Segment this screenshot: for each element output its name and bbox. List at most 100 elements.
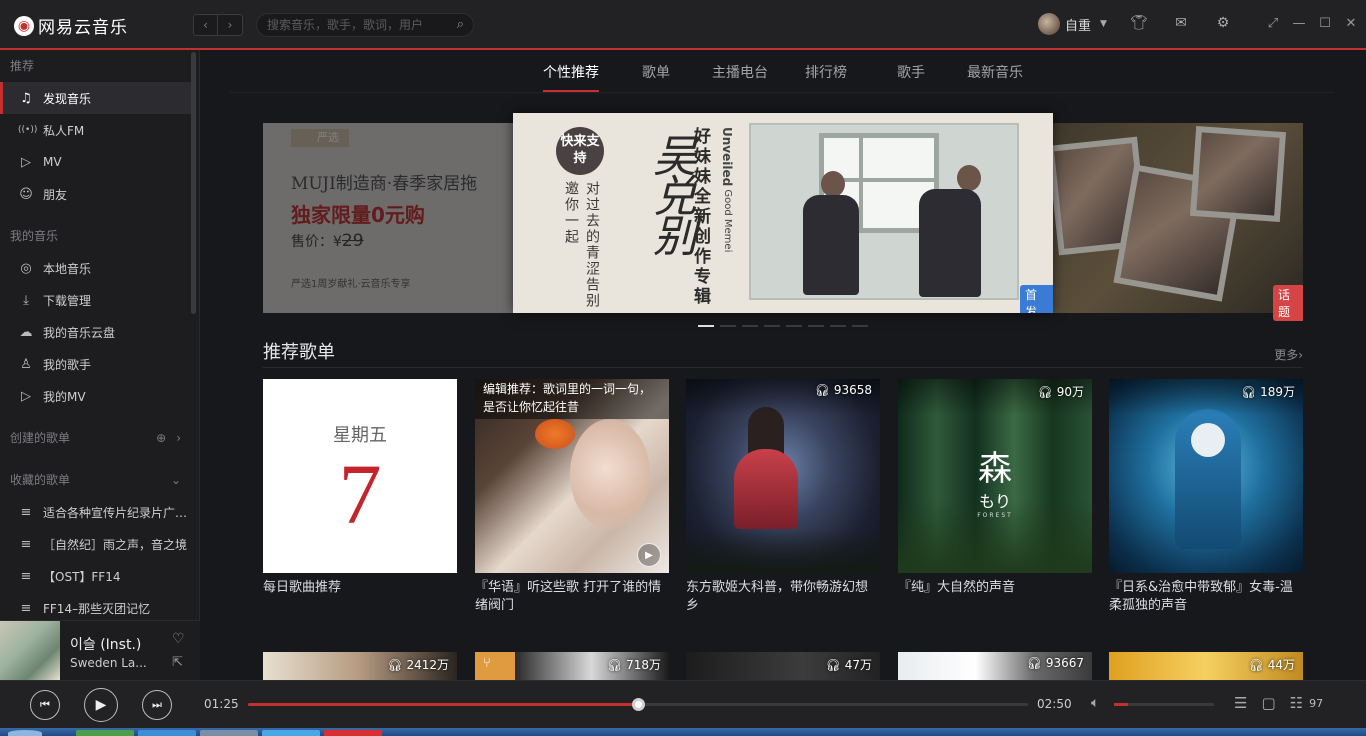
play-count: 🎧︎ 47万	[826, 656, 872, 673]
start-button[interactable]	[8, 730, 42, 736]
now-playing-title[interactable]: 이슬 (Inst.)	[70, 634, 141, 654]
taskbar-app[interactable]	[262, 730, 320, 736]
section-created[interactable]: 创建的歌单 ⊕ ›	[0, 422, 199, 454]
playlist-card[interactable]: 🎧︎ 93658 东方歌姬大科普，带你畅游幻想乡	[686, 379, 880, 615]
minimize-icon[interactable]: —	[1291, 14, 1307, 32]
playlist-item[interactable]: ≡ 适合各种宣传片纪录片广…	[0, 496, 191, 528]
tab-playlists[interactable]: 歌单	[642, 62, 670, 92]
skin-icon[interactable]: 👕︎	[1130, 14, 1148, 32]
play-icon[interactable]: ▶	[84, 688, 118, 722]
share-icon[interactable]: ⇱	[172, 655, 183, 670]
volume-slider[interactable]	[1114, 703, 1214, 706]
tab-radio[interactable]: 主播电台	[712, 62, 768, 92]
taskbar-app[interactable]	[76, 730, 134, 736]
caret-down-icon[interactable]: ▼	[1100, 19, 1107, 29]
playlist-card-row2[interactable]: 🎧︎ 44万	[1109, 652, 1303, 680]
more-link[interactable]: 更多›	[1274, 346, 1303, 363]
progress-slider[interactable]	[248, 698, 1028, 711]
section-collected[interactable]: 收藏的歌单 ⌄	[0, 464, 199, 496]
chevron-right-icon[interactable]: ›	[176, 422, 181, 454]
playlist-cover[interactable]: 森 もり FOREST 🎧︎ 90万	[898, 379, 1092, 573]
taskbar-app[interactable]	[200, 730, 258, 736]
maximize-icon[interactable]: ☐	[1317, 14, 1333, 32]
tab-personal[interactable]: 个性推荐	[543, 62, 599, 92]
playlist-item[interactable]: ≡ ［自然纪］雨之声，音之境	[0, 528, 191, 560]
card-title[interactable]: 每日歌曲推荐	[263, 579, 457, 615]
banner-right[interactable]	[1043, 123, 1303, 313]
heart-icon[interactable]: ♡	[172, 631, 185, 647]
previous-icon[interactable]: ⏮	[30, 690, 60, 720]
tab-new-music[interactable]: 最新音乐	[967, 62, 1023, 92]
playlist-item[interactable]: ≡ 【OST】FF14	[0, 560, 191, 592]
card-title[interactable]: 『华语』听这些歌 打开了谁的情绪阀门	[475, 579, 669, 615]
playlist-card[interactable]: 编辑推荐：歌词里的一词一句，是否让你忆起往昔 ▶ 『华语』听这些歌 打开了谁的情…	[475, 379, 669, 615]
next-icon[interactable]: ⏭	[142, 690, 172, 720]
playlist-card[interactable]: 🎧︎ 189万 『日系&治愈中带致郁』女毒-温柔孤独的声音	[1109, 379, 1303, 615]
tab-charts[interactable]: 排行榜	[805, 62, 847, 92]
playlist-cover[interactable]: 🎧︎ 93658	[686, 379, 880, 573]
sidebar-item-local[interactable]: ◎ 本地音乐	[0, 252, 191, 284]
card-title[interactable]: 『纯』大自然的声音	[898, 579, 1092, 615]
mail-icon[interactable]: ✉	[1172, 14, 1190, 32]
user-name[interactable]: 自重	[1065, 15, 1091, 34]
sidebar-item-singers[interactable]: ♙ 我的歌手	[0, 348, 191, 380]
playmode-icon[interactable]: ☰	[1234, 694, 1247, 712]
playlist-card-row2[interactable]: 🎧︎ 2412万	[263, 652, 457, 680]
close-icon[interactable]: ✕	[1343, 14, 1359, 32]
sidebar-item-friends[interactable]: ☺ 朋友	[0, 178, 191, 210]
banner-dot[interactable]	[764, 325, 780, 327]
daily-card[interactable]: 星期五 7 每日歌曲推荐	[263, 379, 457, 615]
banner-dot[interactable]	[830, 325, 846, 327]
gear-icon[interactable]: ⚙	[1214, 14, 1232, 32]
playlist-cover[interactable]: 🎧︎ 189万	[1109, 379, 1303, 573]
forward-button[interactable]: ›	[218, 14, 243, 36]
banner-dot[interactable]	[808, 325, 824, 327]
sidebar-item-fm[interactable]: ((•)) 私人FM	[0, 114, 191, 146]
sidebar-item-download[interactable]: ⤓ 下载管理	[0, 284, 191, 316]
search-icon[interactable]: ⌕	[457, 17, 464, 32]
volume-icon[interactable]: 🔈︎	[1091, 695, 1099, 711]
banner-dot[interactable]	[786, 325, 802, 327]
playlist-card-row2[interactable]: ⑂ 🎧︎ 718万	[475, 652, 669, 680]
search-input[interactable]	[267, 17, 447, 33]
banner-left[interactable]: 严选 MUJI制造商·春季家居拖 独家限量0元购 售价：¥29 严选1周岁献礼·…	[263, 123, 523, 313]
playlist-cover[interactable]: 编辑推荐：歌词里的一词一句，是否让你忆起往昔 ▶	[475, 379, 669, 573]
sidebar-item-cloud[interactable]: ☁ 我的音乐云盘	[0, 316, 191, 348]
app-logo[interactable]: ◉ 网易云音乐	[14, 13, 128, 38]
playlist-card[interactable]: 森 もり FOREST 🎧︎ 90万 『纯』大自然的声音	[898, 379, 1092, 615]
play-icon[interactable]: ▶	[637, 543, 661, 567]
banner-dot[interactable]	[720, 325, 736, 327]
add-playlist-icon[interactable]: ⊕	[156, 422, 166, 454]
card-title[interactable]: 东方歌姬大科普，带你畅游幻想乡	[686, 579, 880, 615]
cover-face	[570, 419, 650, 529]
now-playing-cover[interactable]	[0, 621, 60, 681]
card-title[interactable]: 『日系&治愈中带致郁』女毒-温柔孤独的声音	[1109, 579, 1303, 615]
search-box[interactable]: ⌕	[256, 13, 474, 37]
banner-left-price: 售价：¥29	[291, 231, 364, 251]
playlist-icon[interactable]: ☷	[1290, 694, 1303, 712]
back-button[interactable]: ‹	[193, 14, 218, 36]
sidebar-item-discover[interactable]: ♫ 发现音乐	[0, 82, 191, 114]
taskbar-app[interactable]	[324, 730, 382, 736]
lyrics-icon[interactable]: ▢	[1261, 694, 1275, 712]
chevron-down-icon[interactable]: ⌄	[171, 464, 181, 496]
sidebar-item-my-mv[interactable]: ▷ 我的MV	[0, 380, 191, 412]
sidebar-scrollbar[interactable]	[191, 52, 196, 314]
radio-icon: ((•))	[18, 125, 38, 135]
banner-carousel[interactable]: 严选 MUJI制造商·春季家居拖 独家限量0元购 售价：¥29 严选1周岁献礼·…	[263, 113, 1303, 321]
banner-center[interactable]: 快来支持 邀你一起 对过去的青涩告别 吴兑别 好妹妹全新创作专辑 Unveile…	[513, 113, 1053, 313]
sidebar-item-mv[interactable]: ▷ MV	[0, 146, 191, 178]
daily-cover[interactable]: 星期五 7	[263, 379, 457, 573]
taskbar-app[interactable]	[138, 730, 196, 736]
banner-dot[interactable]	[698, 325, 714, 327]
avatar[interactable]	[1038, 13, 1060, 35]
banner-dot[interactable]	[852, 325, 868, 327]
playlist-card-row2[interactable]: 🎧︎ 47万	[686, 652, 880, 680]
mini-mode-icon[interactable]: ⤢	[1265, 14, 1281, 32]
user-menu[interactable]: 自重 ▼	[1038, 13, 1107, 35]
tab-singers[interactable]: 歌手	[897, 62, 925, 92]
now-playing-artist[interactable]: Sweden La...	[70, 656, 147, 670]
playlist-card-row2[interactable]: 🎧︎ 93667	[898, 652, 1092, 680]
progress-handle[interactable]	[632, 698, 645, 711]
banner-dot[interactable]	[742, 325, 758, 327]
